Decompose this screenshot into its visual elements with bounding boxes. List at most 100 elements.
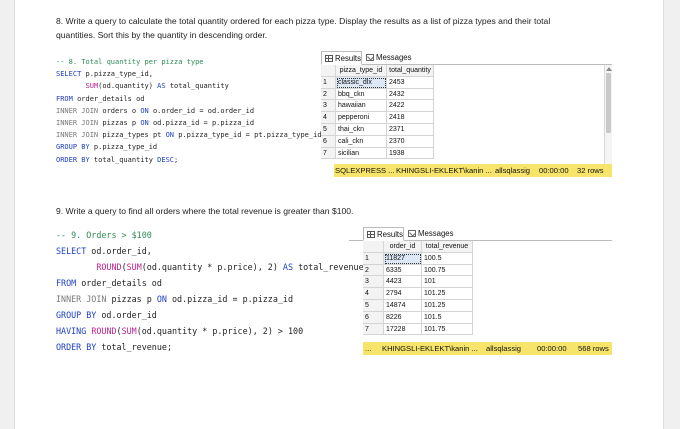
results-tabs: Results Messages [321, 51, 612, 65]
table-row[interactable]: 7 sicilian 1938 [321, 147, 612, 160]
table-cell[interactable]: bbq_ckn [336, 88, 387, 101]
kw-from: FROM [56, 278, 77, 288]
kw-having: HAVING [56, 326, 87, 336]
code-text: o.order_id = od.order_id [148, 106, 255, 115]
table-row[interactable]: 4 2794 101.25 [363, 288, 612, 300]
kw-as: AS [152, 82, 166, 91]
vertical-scrollbar[interactable] [604, 65, 612, 165]
results-grid[interactable]: order_id total_revenue 1 11827 100.5 2 6335 1… [363, 241, 612, 336]
table-cell[interactable]: 101.5 [422, 311, 473, 324]
table-row[interactable]: 6 cali_ckn 2370 [321, 135, 612, 148]
kw-inner-join: INNER JOIN [56, 106, 99, 115]
row-number: 6 [363, 311, 384, 324]
table-row[interactable]: 3 4423 101 [363, 276, 612, 289]
table-row[interactable]: 7 17228 101.75 [363, 323, 612, 336]
table-cell[interactable]: hawaiian [336, 100, 387, 113]
tab-messages[interactable]: Messages [363, 51, 415, 65]
code-text: total_quantity [165, 82, 229, 91]
table-cell[interactable]: 2794 [384, 288, 422, 300]
table-cell[interactable]: 2418 [387, 112, 434, 124]
table-cell[interactable]: 1938 [387, 147, 434, 160]
kw-order-by: ORDER BY [56, 155, 90, 164]
fn-sum: SUM [121, 326, 137, 336]
code-text: order_details od [72, 94, 145, 103]
fn-sum: SUM [126, 262, 142, 272]
table-cell[interactable]: 101.75 [422, 323, 473, 336]
table-cell[interactable]: pepperoni [336, 112, 387, 124]
code-text: p.pizza_type_id, [81, 70, 153, 79]
scroll-thumb[interactable] [606, 73, 611, 133]
table-row[interactable]: 5 14874 101.25 [363, 299, 612, 312]
code-text: ; [166, 342, 172, 352]
column-header[interactable]: total_quantity [387, 65, 434, 77]
table-cell[interactable]: sicilian [336, 147, 387, 160]
table-cell[interactable]: 11827 [384, 252, 422, 265]
table-cell[interactable]: classic_dlx [336, 76, 387, 89]
question-8-line-2: quantities. Sort this by the quantity in… [56, 30, 268, 40]
column-header[interactable]: total_revenue [422, 241, 473, 253]
kw-select: SELECT [56, 246, 87, 256]
table-row[interactable]: 4 pepperoni 2418 [321, 112, 612, 124]
tab-messages-label: Messages [376, 53, 412, 62]
code-text: pizzas p [106, 294, 157, 304]
column-header[interactable]: pizza_type_id [336, 65, 387, 77]
scroll-up-arrow-icon[interactable] [606, 67, 612, 71]
results-grid[interactable]: pizza_type_id total_quantity 1 classic_dl… [321, 65, 612, 160]
table-row[interactable]: 1 11827 100.5 [363, 252, 612, 265]
grid-icon [367, 231, 375, 238]
table-cell[interactable]: 2370 [387, 135, 434, 148]
row-number: 2 [321, 88, 336, 101]
table-row[interactable]: 6 8226 101.5 [363, 311, 612, 324]
table-row[interactable]: 2 bbq_ckn 2432 [321, 88, 612, 101]
table-cell[interactable]: thai_ckn [336, 123, 387, 136]
table-cell[interactable]: 2371 [387, 123, 434, 136]
code-text: od.order_id, [86, 246, 152, 256]
tab-messages-label: Messages [418, 229, 454, 238]
table-cell[interactable]: 101 [422, 276, 473, 289]
table-cell[interactable]: 6335 [384, 264, 422, 277]
tab-messages[interactable]: Messages [405, 227, 459, 241]
table-cell[interactable]: cali_ckn [336, 135, 387, 148]
table-row[interactable]: 3 hawaiian 2422 [321, 100, 612, 113]
table-cell[interactable]: 4423 [384, 276, 422, 289]
table-cell[interactable]: 8226 [384, 311, 422, 324]
status-time: 00:00:00 [537, 344, 567, 353]
grid-header: pizza_type_id total_quantity [321, 65, 612, 77]
kw-inner-join: INNER JOIN [56, 131, 99, 140]
code-text: (od.quantity * p.price), 2) [141, 262, 278, 272]
table-cell[interactable]: 101.25 [422, 288, 473, 300]
table-cell[interactable]: 101.25 [422, 299, 473, 312]
row-number-header [321, 65, 336, 77]
code-text: order_details od [76, 278, 162, 288]
kw-group-by: GROUP BY [56, 143, 90, 152]
table-row[interactable]: 2 6335 100.75 [363, 264, 612, 277]
kw-on: ON [140, 119, 149, 128]
kw-on: ON [156, 294, 167, 304]
question-8-line-1: 8. Write a query to calculate the total … [56, 16, 551, 26]
table-cell[interactable]: 2453 [387, 76, 434, 89]
table-cell[interactable]: 100.5 [422, 252, 473, 265]
tab-results[interactable]: Results [321, 51, 362, 65]
question-8: 8. Write a query to calculate the total … [56, 14, 616, 42]
code-text: od.pizza_id = p.pizza_id [148, 119, 255, 128]
results-tabs: Results Messages [349, 227, 612, 241]
kw-desc: DESC [157, 155, 175, 164]
kw-inner-join: INNER JOIN [56, 294, 107, 304]
table-cell[interactable]: 14874 [384, 299, 422, 312]
kw-order-by: ORDER BY [56, 342, 97, 352]
row-number: 4 [321, 112, 336, 124]
table-row[interactable]: 1 classic_dlx 2453 [321, 76, 612, 89]
row-number: 3 [321, 100, 336, 113]
table-cell[interactable]: 2432 [387, 88, 434, 101]
tab-results[interactable]: Results [363, 227, 404, 241]
kw-as: AS [277, 262, 294, 272]
results-panel-8: Results Messages pizza_type_id total_qua… [321, 51, 612, 177]
table-cell[interactable]: 17228 [384, 323, 422, 336]
status-user: KHINGSLI-EKLEKT\kanin ... [382, 344, 478, 353]
table-cell[interactable]: 100.75 [422, 264, 473, 277]
column-header[interactable]: order_id [384, 241, 422, 253]
row-number: 7 [321, 147, 336, 160]
table-row[interactable]: 5 thai_ckn 2371 [321, 123, 612, 136]
status-bar-9: ... KHINGSLI-EKLEKT\kanin ... allsqlassi… [363, 342, 612, 355]
table-cell[interactable]: 2422 [387, 100, 434, 113]
